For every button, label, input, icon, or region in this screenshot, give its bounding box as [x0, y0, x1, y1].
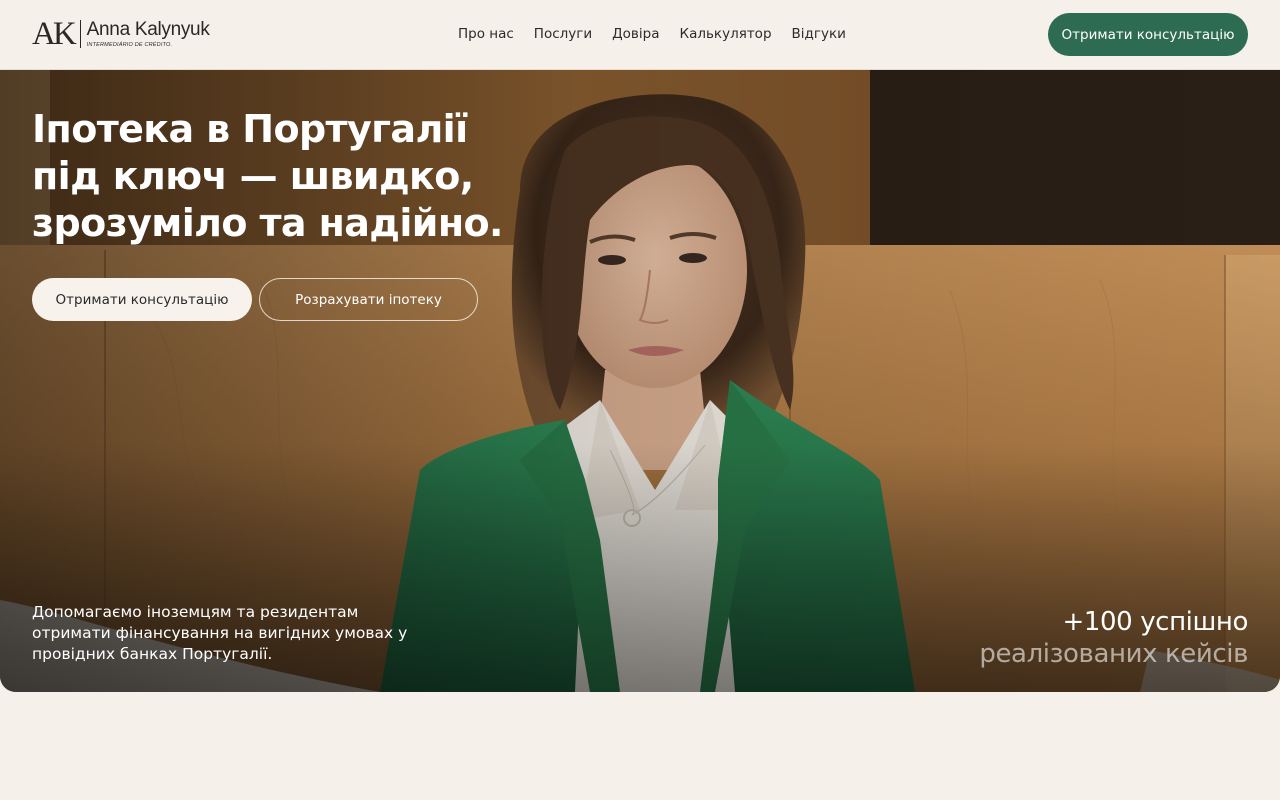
nav-item-services[interactable]: Послуги: [534, 24, 592, 44]
hero-calculate-button[interactable]: Розрахувати іпотеку: [259, 278, 478, 321]
nav-item-calculator[interactable]: Калькулятор: [679, 24, 771, 44]
hero-consultation-button[interactable]: Отримати консультацію: [32, 278, 252, 321]
logo-text: Anna Kalynyuk INTERMEDIÁRIO DE CRÉDITO.: [87, 20, 210, 48]
logo-monogram: AK: [32, 15, 77, 52]
nav-item-trust[interactable]: Довіра: [612, 24, 659, 44]
brand-subtitle: INTERMEDIÁRIO DE CRÉDITO.: [86, 41, 173, 48]
nav-item-reviews[interactable]: Відгуки: [792, 24, 846, 44]
header-consultation-button[interactable]: Отримати консультацію: [1048, 13, 1248, 56]
hero-title: Іпотека в Португалії під ключ — швидко, …: [32, 107, 503, 245]
brand-logo[interactable]: AK Anna Kalynyuk INTERMEDIÁRIO DE CRÉDIT…: [32, 16, 210, 52]
main-nav: Про нас Послуги Довіра Калькулятор Відгу…: [458, 24, 866, 44]
brand-name: Anna Kalynyuk: [86, 19, 210, 41]
stat-label: реалізованих кейсів: [979, 639, 1248, 669]
nav-item-about[interactable]: Про нас: [458, 24, 514, 44]
stat-number: +100 успішно: [1062, 607, 1249, 637]
logo-divider: [79, 20, 81, 48]
success-stat: +100 успішно реалізованих кейсів: [979, 606, 1248, 670]
hero-section: Іпотека в Португалії під ключ — швидко, …: [0, 70, 1280, 692]
site-header: AK Anna Kalynyuk INTERMEDIÁRIO DE CRÉDIT…: [0, 0, 1280, 70]
hero-description: Допомагаємо іноземцям та резидентам отри…: [32, 603, 408, 663]
